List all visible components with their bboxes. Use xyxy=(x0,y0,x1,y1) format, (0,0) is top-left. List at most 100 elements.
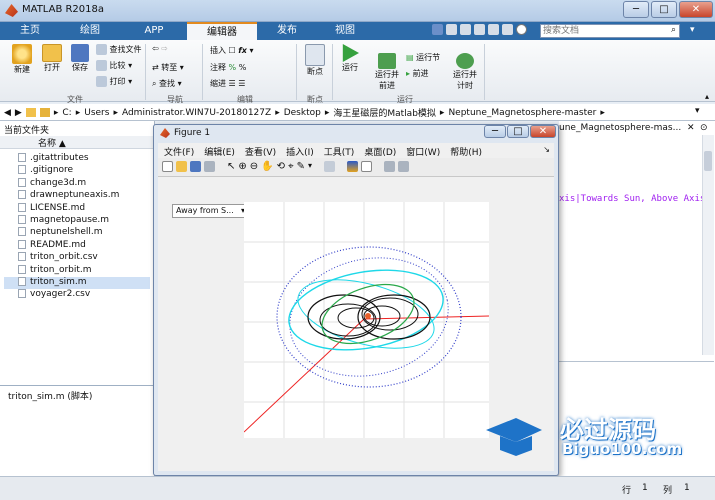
file-list-item[interactable]: neptunelshell.m xyxy=(4,227,150,239)
file-list-item[interactable]: triton_sim.m xyxy=(4,277,150,289)
figure-menu-item[interactable]: 查看(V) xyxy=(245,145,276,158)
compare-button[interactable]: 比较 ▾ xyxy=(96,60,132,71)
close-button[interactable]: ✕ xyxy=(679,1,713,18)
file-list-item[interactable]: .gitattributes xyxy=(4,153,150,165)
close-editor-icon[interactable]: ✕ xyxy=(687,123,695,133)
back-forward-buttons[interactable]: ⇦ ⇨ xyxy=(152,44,168,53)
save-icon[interactable] xyxy=(432,24,443,35)
path-part[interactable]: Administrator.WIN7U-20180127Z xyxy=(122,108,271,118)
print-button[interactable]: 打印 ▾ xyxy=(96,76,132,87)
search-box[interactable]: ⌕ xyxy=(540,24,680,38)
hide-tools-icon[interactable] xyxy=(384,161,396,172)
browse-folder-icon[interactable] xyxy=(39,108,50,117)
path-part[interactable]: Desktop xyxy=(284,108,321,118)
path-part[interactable]: 海王星磁层的Matlab模拟 xyxy=(333,106,436,119)
brush-dropdown-icon[interactable]: ▾ xyxy=(308,161,312,172)
search-icon[interactable]: ⌕ xyxy=(671,25,676,35)
run-section-button[interactable]: ▤ 运行节 xyxy=(406,52,440,63)
tab-publish[interactable]: 发布 xyxy=(260,22,314,40)
new-button[interactable]: 新建 xyxy=(8,44,36,75)
address-dropdown-icon[interactable]: ▾ xyxy=(695,106,700,116)
open-file-icon[interactable] xyxy=(176,161,187,172)
goto-button[interactable]: ⇄ 转至 ▾ xyxy=(152,62,184,73)
tab-apps[interactable]: APP xyxy=(124,22,184,40)
save-figure-icon[interactable] xyxy=(190,161,201,172)
file-list-item[interactable]: triton_orbit.csv xyxy=(4,252,150,264)
tab-view[interactable]: 视图 xyxy=(318,22,372,40)
run-time-button[interactable]: 运行并 计时 xyxy=(450,44,480,100)
pointer-icon[interactable]: ↖ xyxy=(227,161,235,172)
copy-icon[interactable] xyxy=(460,24,471,35)
colorbar-icon[interactable] xyxy=(347,161,359,172)
run-button[interactable]: 运行 xyxy=(336,44,364,73)
figure-menu-item[interactable]: 桌面(D) xyxy=(364,145,396,158)
find-files-button[interactable]: 查找文件 xyxy=(96,44,142,55)
path-part[interactable]: Neptune_Magnetosphere-master xyxy=(448,108,596,118)
rotate-icon[interactable]: ⟲ xyxy=(277,161,285,172)
minimize-button[interactable]: ─ xyxy=(623,1,649,18)
pan-icon[interactable]: ✋ xyxy=(261,161,273,172)
zoom-in-icon[interactable]: ⊕ xyxy=(238,161,246,172)
indent-button[interactable]: 缩进 ☰ ☰ xyxy=(210,78,245,89)
back-icon[interactable]: ◀ xyxy=(4,108,11,118)
figure-menu-item[interactable]: 插入(I) xyxy=(286,145,314,158)
breakpoints-button[interactable]: 断点 xyxy=(300,44,330,77)
arrow-left-icon: ⇦ xyxy=(152,44,159,53)
figure-menu-item[interactable]: 帮助(H) xyxy=(450,145,482,158)
paste-icon[interactable] xyxy=(474,24,485,35)
editor-code-line[interactable]: xis|Towards Sun, Above Axis xyxy=(559,194,705,204)
advance-button[interactable]: ▸ 前进 xyxy=(406,68,429,79)
data-cursor-icon[interactable]: ⌖ xyxy=(288,161,294,172)
figure-maximize-button[interactable]: □ xyxy=(507,125,529,138)
view-dropdown-value: Away from S... xyxy=(176,206,234,215)
run-advance-button[interactable]: 运行并 前进 xyxy=(372,44,402,100)
zoom-out-icon[interactable]: ⊖ xyxy=(250,161,258,172)
save-button[interactable]: 保存 xyxy=(68,44,92,73)
legend-icon[interactable] xyxy=(361,161,373,172)
tab-editor[interactable]: 编辑器 xyxy=(187,22,257,40)
file-list-item[interactable]: LICENSE.md xyxy=(4,202,150,215)
column-header[interactable]: 名称 ▲ xyxy=(0,136,154,149)
forward-icon[interactable]: ▶ xyxy=(15,108,22,118)
chevron-down-icon[interactable]: ▾ xyxy=(690,25,695,35)
editor-menu-icon[interactable]: ⊙ xyxy=(700,123,708,133)
tab-home[interactable]: 主页 xyxy=(6,22,54,40)
open-button[interactable]: 打开 xyxy=(38,44,66,73)
editor-scrollbar-thumb[interactable] xyxy=(704,151,712,171)
dock-icon[interactable]: ↘ xyxy=(543,145,550,154)
file-list-item[interactable]: change3d.m xyxy=(4,177,150,190)
new-figure-icon[interactable] xyxy=(162,161,173,172)
help-icon[interactable] xyxy=(516,24,527,35)
redo-icon[interactable] xyxy=(502,24,513,35)
link-plot-icon[interactable] xyxy=(324,161,336,172)
file-list-item[interactable]: README.md xyxy=(4,239,150,252)
tab-plots[interactable]: 绘图 xyxy=(62,22,118,40)
file-list-item[interactable]: voyager2.csv xyxy=(4,289,150,301)
path-part[interactable]: Users xyxy=(84,108,109,118)
print-figure-icon[interactable] xyxy=(204,161,215,172)
figure-menu-item[interactable]: 文件(F) xyxy=(164,145,194,158)
ribbon-collapse-icon[interactable]: ▴ xyxy=(705,92,709,101)
figure-menu-item[interactable]: 编辑(E) xyxy=(204,145,235,158)
cut-icon[interactable] xyxy=(446,24,457,35)
path-part[interactable]: C: xyxy=(62,108,71,118)
figure-close-button[interactable]: ✕ xyxy=(530,125,556,138)
view-dropdown[interactable]: Away from S... ▾ xyxy=(172,204,248,218)
undo-icon[interactable] xyxy=(488,24,499,35)
file-list-item[interactable]: triton_orbit.m xyxy=(4,264,150,277)
maximize-button[interactable]: □ xyxy=(651,1,677,18)
plot-axes[interactable] xyxy=(244,202,489,438)
file-list-item[interactable]: .gitignore xyxy=(4,165,150,177)
search-input[interactable] xyxy=(541,25,661,37)
show-tools-icon[interactable] xyxy=(398,161,410,172)
file-list-item[interactable]: magnetopause.m xyxy=(4,215,150,227)
find-button[interactable]: ⌕ 查找 ▾ xyxy=(152,78,182,89)
comment-button[interactable]: 注释 % % xyxy=(210,62,246,73)
figure-menu-item[interactable]: 工具(T) xyxy=(324,145,355,158)
up-folder-icon[interactable] xyxy=(25,108,36,117)
figure-minimize-button[interactable]: ─ xyxy=(484,125,506,138)
brush-icon[interactable]: ✎ xyxy=(297,161,305,172)
figure-menu-item[interactable]: 窗口(W) xyxy=(406,145,440,158)
file-list-item[interactable]: drawneptuneaxis.m xyxy=(4,190,150,202)
insert-button[interactable]: 插入 ☐ fx ▾ xyxy=(210,45,253,56)
